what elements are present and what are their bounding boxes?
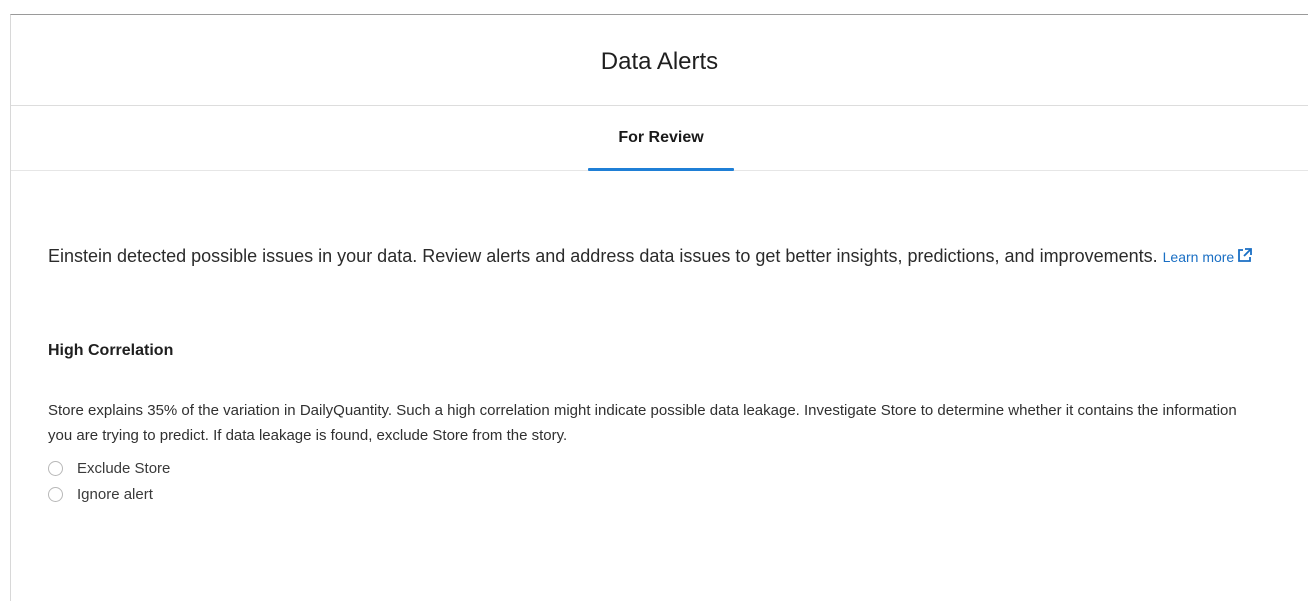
option-label: Exclude Store (77, 459, 171, 477)
active-tab-indicator (588, 168, 734, 171)
tab-for-review[interactable]: For Review (588, 106, 734, 171)
learn-more-link[interactable]: Learn more (1162, 248, 1254, 265)
ignore-alert-radio[interactable] (48, 486, 63, 502)
alerts-content: Einstein detected possible issues in you… (11, 241, 1308, 507)
intro-paragraph: Einstein detected possible issues in you… (48, 241, 1268, 274)
option-exclude-store[interactable]: Exclude Store (48, 455, 1280, 481)
tab-bar: For Review (11, 106, 1308, 171)
option-label: Ignore alert (77, 485, 153, 503)
external-link-icon (1236, 244, 1253, 274)
intro-text: Einstein detected possible issues in you… (48, 246, 1158, 266)
panel-header: Data Alerts (11, 15, 1308, 106)
tab-label: For Review (618, 129, 704, 146)
alert-description: Store explains 35% of the variation in D… (48, 402, 1237, 444)
option-ignore-alert[interactable]: Ignore alert (48, 481, 1280, 507)
learn-more-label: Learn more (1162, 249, 1235, 265)
page-title: Data Alerts (600, 48, 719, 75)
data-alerts-panel: Data Alerts For Review Einstein detected… (10, 14, 1308, 601)
exclude-store-radio[interactable] (48, 460, 63, 476)
alert-title: High Correlation (48, 342, 174, 359)
alert-options: Exclude Store Ignore alert (48, 455, 1280, 507)
